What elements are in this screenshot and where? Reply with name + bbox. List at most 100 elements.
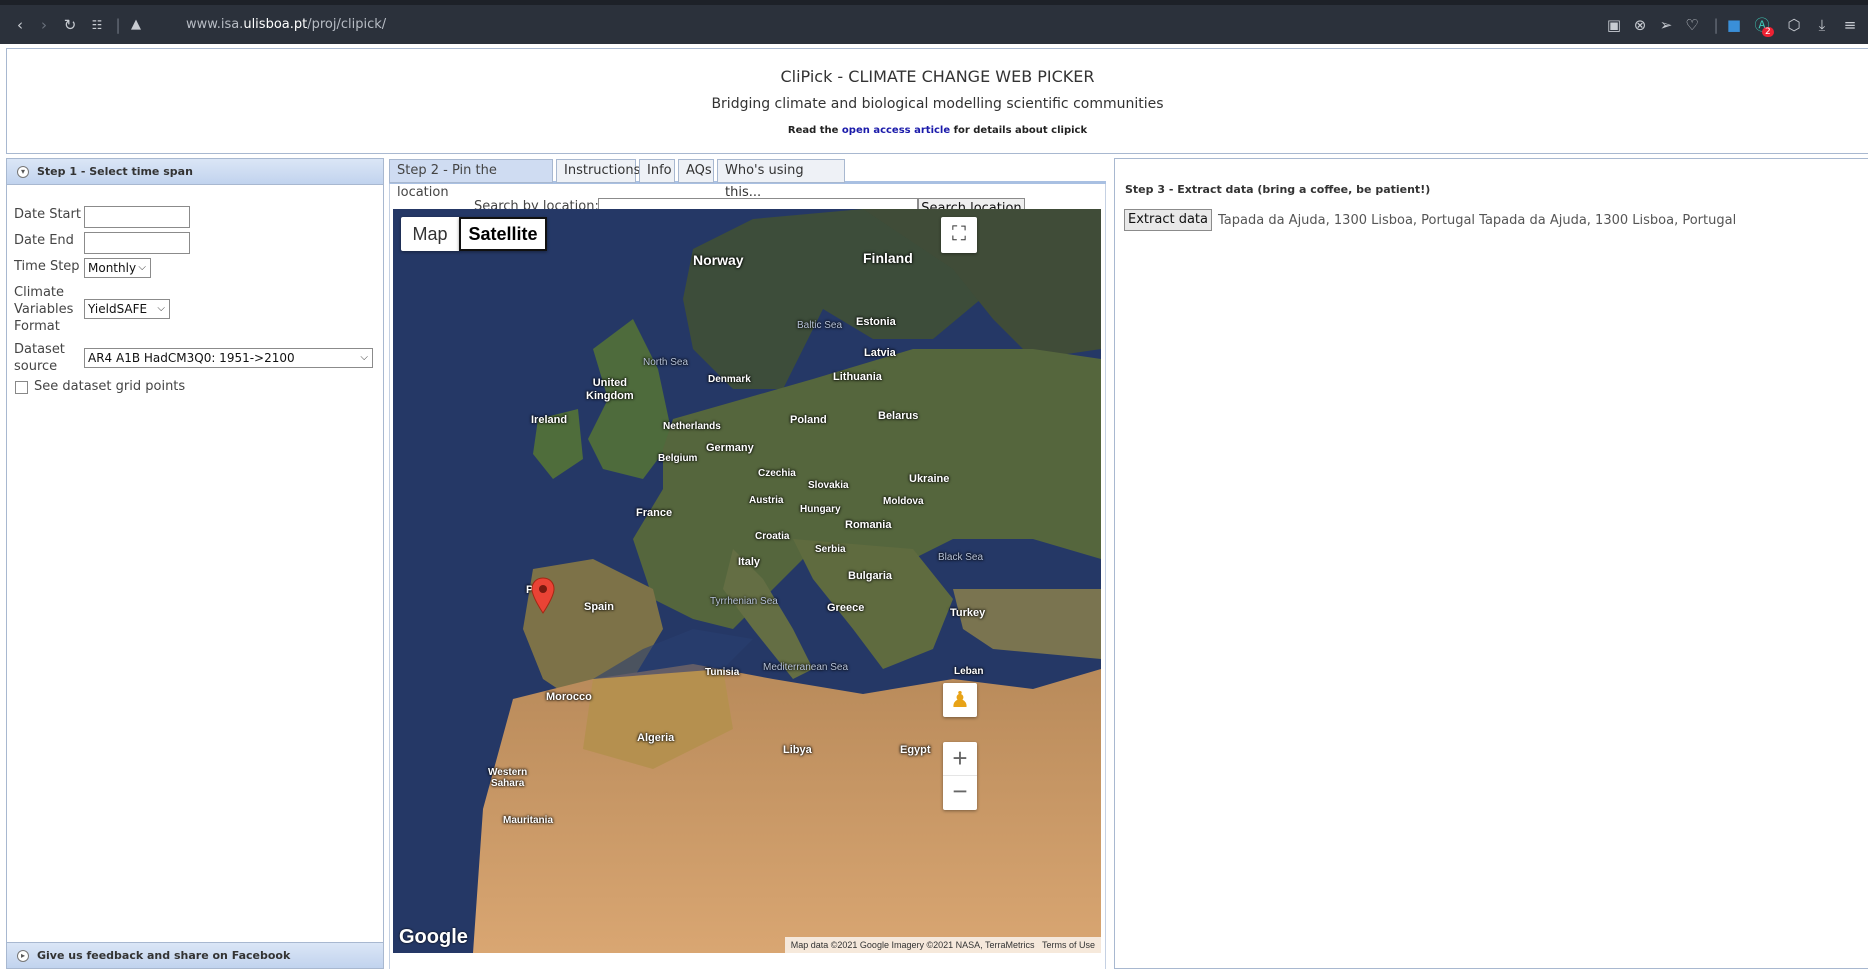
map-label-estonia: Estonia — [856, 316, 896, 328]
map-label-north-sea: North Sea — [643, 357, 689, 368]
grid-points-label: See dataset grid points — [34, 379, 186, 394]
map-label-baltic: Baltic Sea — [797, 320, 843, 331]
map-label-poland: Poland — [790, 414, 827, 426]
map-label-slovakia: Slovakia — [808, 480, 849, 491]
terms-of-use-link[interactable]: Terms of Use — [1042, 940, 1095, 950]
dataset-source-select[interactable]: AR4 A1B HadCM3Q0: 1951->2100 ⌵ — [84, 348, 373, 368]
map-type-map-button[interactable]: Map — [401, 217, 459, 251]
tab-instructions[interactable]: Instructions — [556, 159, 640, 183]
map-label-western-sahara: Western Sahara — [488, 767, 527, 789]
tabs-grid-icon[interactable]: ☷ — [87, 15, 107, 35]
step2-tabs: Step 2 - Pin the location Instructions I… — [389, 158, 1106, 200]
dataset-label-line2: source — [14, 359, 58, 374]
address-bar[interactable]: www.isa.ulisboa.pt/proj/clipick/ — [186, 17, 386, 32]
map-label-ws-line1: Western — [488, 767, 528, 778]
tab-pin-location[interactable]: Step 2 - Pin the location — [389, 159, 553, 200]
open-access-article-link[interactable]: open access article — [842, 125, 950, 136]
map-label-latvia: Latvia — [864, 347, 896, 359]
reload-icon[interactable]: ↻ — [60, 15, 80, 35]
map-label-ws-line2: Sahara — [490, 778, 525, 789]
date-start-label: Date Start — [14, 207, 81, 222]
dataset-source-value: AR4 A1B HadCM3Q0: 1951->2100 — [88, 351, 295, 365]
map-type-satellite-button[interactable]: Satellite — [459, 217, 547, 251]
tab-whos-using[interactable]: Who's using this... — [717, 159, 845, 200]
map-label-finland: Finland — [863, 250, 913, 266]
cube-icon[interactable]: ⬡ — [1784, 15, 1804, 35]
street-view-pegman-icon[interactable]: ♟ — [943, 683, 977, 717]
map-label-hungary: Hungary — [800, 504, 841, 515]
menu-icon[interactable]: ≡ — [1840, 15, 1860, 35]
feedback-section[interactable]: ▸ Give us feedback and share on Facebook — [7, 942, 383, 968]
map-label-norway: Norway — [693, 252, 744, 268]
map-attribution: Map data ©2021 Google Imagery ©2021 NASA… — [784, 937, 1101, 953]
time-step-label: Time Step — [14, 259, 80, 274]
step1-title: Step 1 - Select time span — [37, 165, 193, 178]
map-label-belgium: Belgium — [658, 453, 698, 464]
map-label-black-sea: Black Sea — [938, 552, 984, 563]
extract-data-button[interactable]: Extract data — [1124, 209, 1212, 231]
collapse-icon: ▾ — [17, 166, 29, 178]
map-label-morocco: Morocco — [546, 691, 592, 703]
extension-icon[interactable]: ■ — [1724, 15, 1744, 35]
dataset-source-label: Dataset source — [14, 341, 65, 375]
map-label-mediterranean: Mediterranean Sea — [763, 662, 849, 673]
fullscreen-icon[interactable]: ⛶ — [941, 217, 977, 253]
shield-x-icon[interactable]: ⊗ — [1630, 15, 1650, 35]
map-label-uk-line2: Kingdom — [586, 390, 634, 402]
grid-points-checkbox[interactable] — [15, 381, 28, 394]
map-label-spain: Spain — [584, 601, 614, 613]
map-label-denmark: Denmark — [708, 374, 751, 385]
map-label-austria: Austria — [749, 495, 784, 506]
zoom-controls: + − — [943, 742, 977, 810]
expand-icon: ▸ — [17, 950, 29, 962]
map-label-serbia: Serbia — [815, 544, 846, 555]
climate-format-select[interactable]: YieldSAFE ⌵ — [84, 299, 170, 319]
map-label-egypt: Egypt — [900, 744, 931, 756]
date-end-input[interactable] — [84, 232, 190, 254]
map-label-uk-line1: United — [592, 377, 627, 389]
toolbar-divider-2: | — [1713, 16, 1719, 34]
map-label-italy: Italy — [738, 556, 761, 568]
map-label-france: France — [636, 507, 673, 519]
zoom-in-icon[interactable]: + — [943, 742, 977, 776]
forward-icon[interactable]: › — [34, 15, 54, 35]
step3-title: Step 3 - Extract data (bring a coffee, b… — [1125, 183, 1431, 196]
zoom-out-icon[interactable]: − — [943, 776, 977, 810]
map-label-croatia: Croatia — [755, 531, 790, 542]
map-label-uk: United Kingdom — [586, 377, 634, 403]
map-label-ukraine: Ukraine — [909, 473, 950, 485]
map-data-credit: Map data ©2021 Google Imagery ©2021 NASA… — [790, 940, 1035, 950]
map-label-ireland: Ireland — [531, 414, 568, 426]
map-label-moldova: Moldova — [883, 496, 924, 507]
time-step-value: Monthly — [88, 261, 137, 275]
warning-icon[interactable]: ▲ — [126, 15, 146, 35]
map-label-lebanon: Leban — [954, 666, 984, 677]
tab-aqs[interactable]: AQs — [678, 159, 714, 183]
toolbar-divider: | — [115, 16, 121, 34]
time-step-select[interactable]: Monthly ⌵ — [84, 258, 151, 278]
climate-format-value: YieldSAFE — [88, 302, 148, 316]
article-note-prefix: Read the — [787, 125, 839, 136]
back-icon[interactable]: ‹ — [10, 15, 30, 35]
map-label-lithuania: Lithuania — [833, 371, 882, 383]
article-note: Read the open access article for details… — [7, 125, 1868, 136]
date-start-input[interactable] — [84, 206, 190, 228]
download-icon[interactable]: ⤓ — [1812, 15, 1832, 35]
camera-icon[interactable]: ▣ — [1604, 15, 1624, 35]
map-label-bulgaria: Bulgaria — [848, 570, 893, 582]
map-label-romania: Romania — [845, 519, 892, 531]
satellite-map[interactable]: Map Satellite ⛶ Norway Finland Baltic Se… — [393, 209, 1101, 953]
heart-icon[interactable]: ♡ — [1682, 15, 1702, 35]
send-icon[interactable]: ➢ — [1656, 15, 1676, 35]
map-label-libya: Libya — [783, 744, 812, 756]
page-subtitle: Bridging climate and biological modellin… — [711, 96, 1164, 112]
location-pin-icon[interactable] — [531, 577, 555, 615]
climate-label-line3: Format — [14, 319, 60, 334]
map-label-algeria: Algeria — [637, 732, 675, 744]
tab-info[interactable]: Info — [639, 159, 675, 183]
dataset-label-line1: Dataset — [14, 342, 65, 357]
browser-toolbar: ‹ › ↻ ☷ | ▲ www.isa.ulisboa.pt/proj/clip… — [0, 0, 1868, 44]
step1-header[interactable]: ▾ Step 1 - Select time span — [7, 159, 383, 185]
article-note-suffix: for details about clipick — [953, 125, 1088, 136]
step1-panel: ▾ Step 1 - Select time span Date Start D… — [6, 158, 384, 969]
